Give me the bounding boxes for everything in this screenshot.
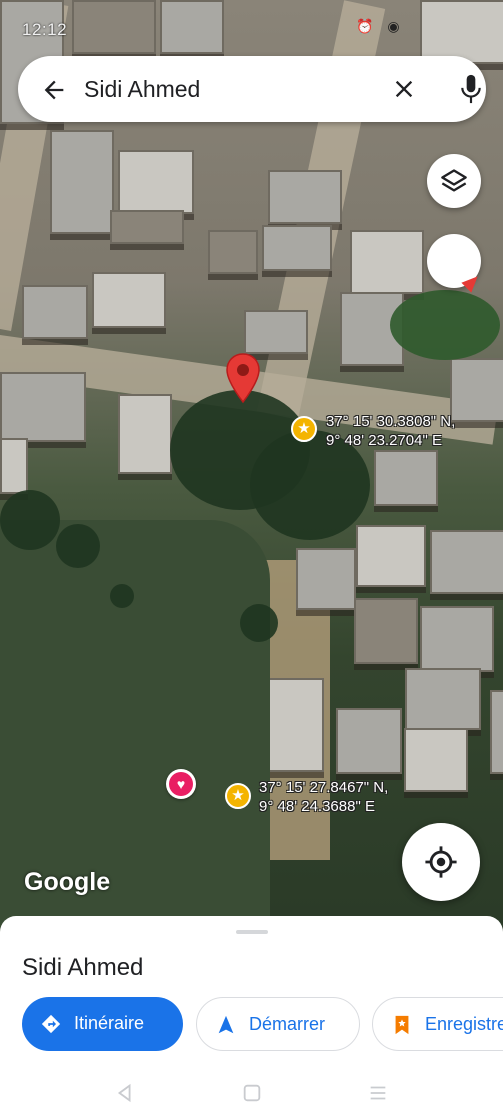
google-logo: Google <box>24 868 111 896</box>
save-button[interactable]: Enregistrer <box>372 997 503 1051</box>
compass-button[interactable] <box>427 234 483 293</box>
marker-longitude: 9° 48' 24.3688" E <box>259 798 375 815</box>
directions-button[interactable]: Itinéraire <box>22 997 183 1051</box>
location-icon: ◉ <box>387 18 400 34</box>
marker-latitude: 37° 15' 30.3808" N, <box>326 413 456 430</box>
my-location-icon <box>425 846 457 878</box>
star-marker-icon[interactable]: ★ <box>291 416 317 442</box>
star-marker-icon[interactable]: ★ <box>225 783 251 809</box>
place-title: Sidi Ahmed <box>22 954 144 981</box>
navigation-arrow-icon <box>218 1015 234 1034</box>
drag-handle[interactable] <box>236 930 268 934</box>
marker-coordinates: 37° 15' 27.8467" N, 9° 48' 24.3688" E <box>259 778 388 816</box>
status-time: 12:12 <box>22 20 68 39</box>
start-label: Démarrer <box>249 1014 326 1034</box>
alarm-icon: ⏰ <box>356 18 374 34</box>
directions-icon <box>41 1014 61 1034</box>
action-chips: Itinéraire Démarrer Enregistrer <box>22 997 503 1053</box>
nav-back-icon[interactable] <box>114 1082 136 1104</box>
favorite-marker[interactable]: ♥ <box>166 769 196 799</box>
mic-icon[interactable] <box>458 72 484 106</box>
red-location-pin[interactable] <box>224 352 262 406</box>
layers-icon <box>441 169 467 192</box>
start-button[interactable]: Démarrer <box>196 997 360 1051</box>
nav-recents-icon[interactable] <box>367 1082 389 1104</box>
heart-icon: ♥ <box>169 772 193 796</box>
marker-longitude: 9° 48' 23.2704" E <box>326 432 442 449</box>
my-location-button[interactable] <box>402 823 480 901</box>
directions-label: Itinéraire <box>74 1013 145 1033</box>
nav-home-icon[interactable] <box>241 1082 263 1104</box>
marker-coordinates: 37° 15' 30.3808" N, 9° 48' 23.2704" E <box>326 412 455 450</box>
back-arrow-icon[interactable] <box>40 76 68 104</box>
system-nav-bar <box>0 1066 503 1120</box>
search-bar[interactable]: Sidi Ahmed <box>18 56 486 122</box>
save-label: Enregistrer <box>425 1014 503 1034</box>
marker-latitude: 37° 15' 27.8467" N, <box>259 779 389 796</box>
satellite-map[interactable] <box>0 0 503 940</box>
layers-button[interactable] <box>427 154 481 208</box>
bookmark-icon <box>395 1015 409 1035</box>
clear-icon[interactable] <box>390 75 418 103</box>
status-icons: ⏰ ◉ <box>356 18 400 35</box>
search-query[interactable]: Sidi Ahmed <box>84 76 200 103</box>
